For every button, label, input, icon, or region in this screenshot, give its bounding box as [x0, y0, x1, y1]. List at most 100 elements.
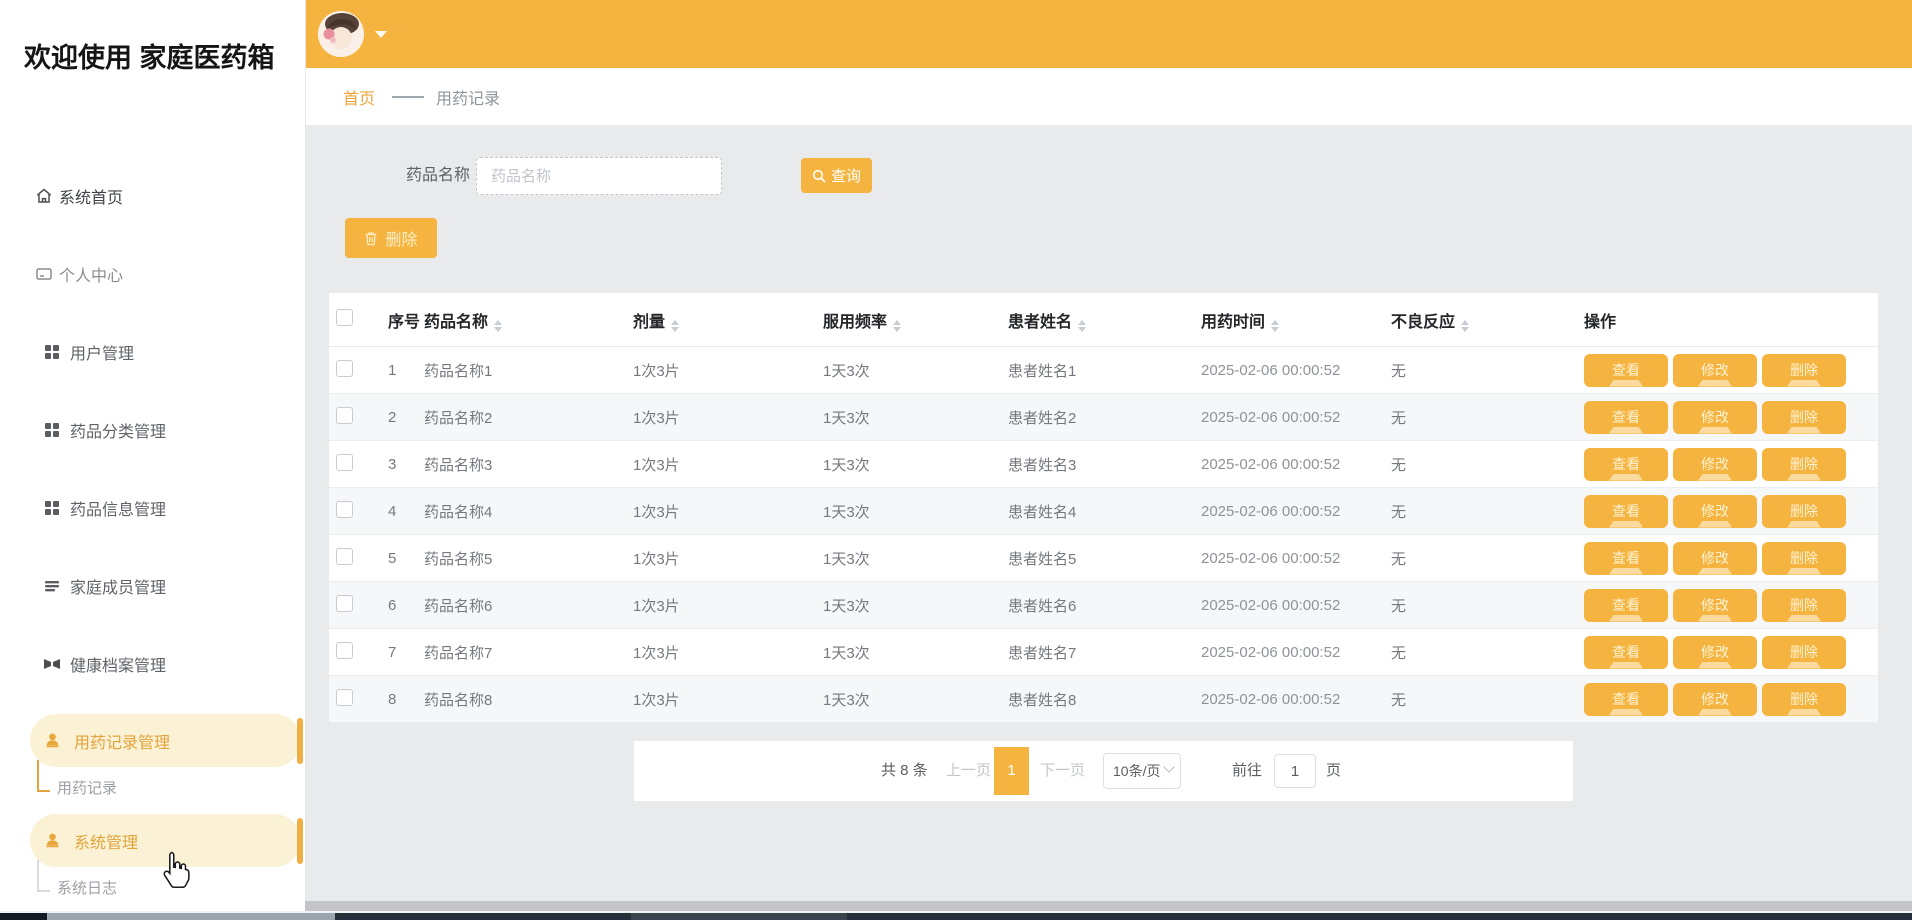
cell-patient: 患者姓名4	[1008, 501, 1201, 522]
bottom-scrollbar-thumb[interactable]	[47, 913, 335, 920]
row-checkbox[interactable]	[336, 454, 353, 471]
cell-dose: 1次3片	[633, 642, 823, 663]
app-window: 欢迎使用 家庭医药箱 系统首页 个人中心 用户管理 药品分类管理	[0, 0, 1912, 920]
sidebar-item-system-home[interactable]: 系统首页	[0, 181, 305, 211]
sidebar-subitem-system-log[interactable]: 系统日志	[57, 874, 117, 904]
edit-button[interactable]: 修改	[1673, 354, 1757, 387]
cell-dose: 1次3片	[633, 595, 823, 616]
avatar[interactable]	[318, 11, 364, 57]
cell-actions: 查看修改删除	[1584, 636, 1878, 669]
edit-button[interactable]: 修改	[1673, 636, 1757, 669]
cell-dose: 1次3片	[633, 360, 823, 381]
sidebar-item-health-record-management[interactable]: 健康档案管理	[0, 649, 305, 679]
sidebar-item-medication-record-management[interactable]: 用药记录管理	[30, 714, 301, 767]
cell-actions: 查看修改删除	[1584, 448, 1878, 481]
edit-button[interactable]: 修改	[1673, 683, 1757, 716]
delete-row-button[interactable]: 删除	[1762, 542, 1846, 575]
select-all-checkbox[interactable]	[336, 309, 353, 326]
pagination: 共 8 条 上一页 1 下一页 10条/页 前往 页	[634, 741, 1573, 801]
edit-button[interactable]: 修改	[1673, 448, 1757, 481]
cell-reaction: 无	[1391, 595, 1584, 616]
header-frequency: 服用频率	[823, 308, 1008, 332]
sort-icon[interactable]	[893, 320, 901, 332]
delete-row-button[interactable]: 删除	[1762, 448, 1846, 481]
sort-icon[interactable]	[671, 320, 679, 332]
sidebar-item-family-member-management[interactable]: 家庭成员管理	[0, 571, 305, 601]
active-indicator	[297, 818, 303, 864]
cell-actions: 查看修改删除	[1584, 683, 1878, 716]
edit-button[interactable]: 修改	[1673, 495, 1757, 528]
sidebar-item-personal-center[interactable]: 个人中心	[0, 259, 305, 289]
medication-record-table: 序号 药品名称 剂量 服用频率 患者姓名 用药时间 不良反应 操作 1 药品名称…	[329, 293, 1878, 723]
header-time: 用药时间	[1201, 308, 1391, 332]
sidebar-item-drug-info-management[interactable]: 药品信息管理	[0, 493, 305, 523]
horizontal-scrollbar[interactable]	[305, 901, 1912, 911]
cell-time: 2025-02-06 00:00:52	[1201, 409, 1391, 426]
page-size-select[interactable]: 10条/页	[1103, 753, 1181, 789]
row-checkbox[interactable]	[336, 642, 353, 659]
table-row: 7 药品名称7 1次3片 1天3次 患者姓名7 2025-02-06 00:00…	[329, 629, 1878, 676]
sort-icon[interactable]	[494, 320, 502, 332]
cell-patient: 患者姓名1	[1008, 360, 1201, 381]
cell-time: 2025-02-06 00:00:52	[1201, 550, 1391, 567]
cell-no: 2	[388, 409, 424, 426]
view-button[interactable]: 查看	[1584, 448, 1668, 481]
delete-button[interactable]: 删除	[345, 218, 437, 258]
cell-time: 2025-02-06 00:00:52	[1201, 644, 1391, 661]
app-title: 欢迎使用 家庭医药箱	[24, 40, 286, 77]
delete-row-button[interactable]: 删除	[1762, 589, 1846, 622]
cell-reaction: 无	[1391, 501, 1584, 522]
cell-dose: 1次3片	[633, 689, 823, 710]
cell-reaction: 无	[1391, 548, 1584, 569]
search-button[interactable]: 查询	[801, 158, 872, 193]
cell-no: 6	[388, 597, 424, 614]
view-button[interactable]: 查看	[1584, 354, 1668, 387]
edit-button[interactable]: 修改	[1673, 542, 1757, 575]
header-drug-name: 药品名称	[424, 308, 633, 332]
row-checkbox[interactable]	[336, 689, 353, 706]
cell-patient: 患者姓名5	[1008, 548, 1201, 569]
cell-frequency: 1天3次	[823, 548, 1008, 569]
sidebar-item-user-management[interactable]: 用户管理	[0, 337, 305, 367]
sidebar-item-drug-category-management[interactable]: 药品分类管理	[0, 415, 305, 445]
row-checkbox[interactable]	[336, 595, 353, 612]
view-button[interactable]: 查看	[1584, 589, 1668, 622]
sort-icon[interactable]	[1271, 320, 1279, 332]
sort-icon[interactable]	[1078, 320, 1086, 332]
row-checkbox[interactable]	[336, 407, 353, 424]
row-checkbox[interactable]	[336, 548, 353, 565]
view-button[interactable]: 查看	[1584, 683, 1668, 716]
edit-button[interactable]: 修改	[1673, 589, 1757, 622]
view-button[interactable]: 查看	[1584, 495, 1668, 528]
table-row: 3 药品名称3 1次3片 1天3次 患者姓名3 2025-02-06 00:00…	[329, 441, 1878, 488]
delete-row-button[interactable]: 删除	[1762, 495, 1846, 528]
row-checkbox[interactable]	[336, 360, 353, 377]
cell-dose: 1次3片	[633, 501, 823, 522]
sidebar-item-system-management[interactable]: 系统管理	[30, 814, 301, 867]
next-page-button[interactable]: 下一页	[1040, 741, 1085, 801]
view-button[interactable]: 查看	[1584, 542, 1668, 575]
drug-name-input[interactable]	[476, 157, 722, 195]
table-row: 5 药品名称5 1次3片 1天3次 患者姓名5 2025-02-06 00:00…	[329, 535, 1878, 582]
delete-row-button[interactable]: 删除	[1762, 683, 1846, 716]
delete-row-button[interactable]: 删除	[1762, 636, 1846, 669]
submenu-tree-line	[37, 760, 50, 792]
user-menu-caret-icon[interactable]	[375, 31, 387, 38]
goto-page-input[interactable]	[1274, 754, 1316, 788]
row-checkbox[interactable]	[336, 501, 353, 518]
sort-icon[interactable]	[1461, 320, 1469, 332]
page-number-button[interactable]: 1	[994, 747, 1029, 795]
cell-frequency: 1天3次	[823, 501, 1008, 522]
prev-page-button[interactable]: 上一页	[946, 741, 991, 801]
breadcrumb-home[interactable]: 首页	[343, 85, 375, 109]
delete-row-button[interactable]: 删除	[1762, 401, 1846, 434]
edit-button[interactable]: 修改	[1673, 401, 1757, 434]
delete-row-button[interactable]: 删除	[1762, 354, 1846, 387]
header-reaction: 不良反应	[1391, 308, 1584, 332]
cell-drug-name: 药品名称4	[424, 501, 633, 522]
view-button[interactable]: 查看	[1584, 636, 1668, 669]
sidebar-subitem-medication-record[interactable]: 用药记录	[57, 774, 117, 804]
cell-frequency: 1天3次	[823, 360, 1008, 381]
view-button[interactable]: 查看	[1584, 401, 1668, 434]
cell-frequency: 1天3次	[823, 407, 1008, 428]
